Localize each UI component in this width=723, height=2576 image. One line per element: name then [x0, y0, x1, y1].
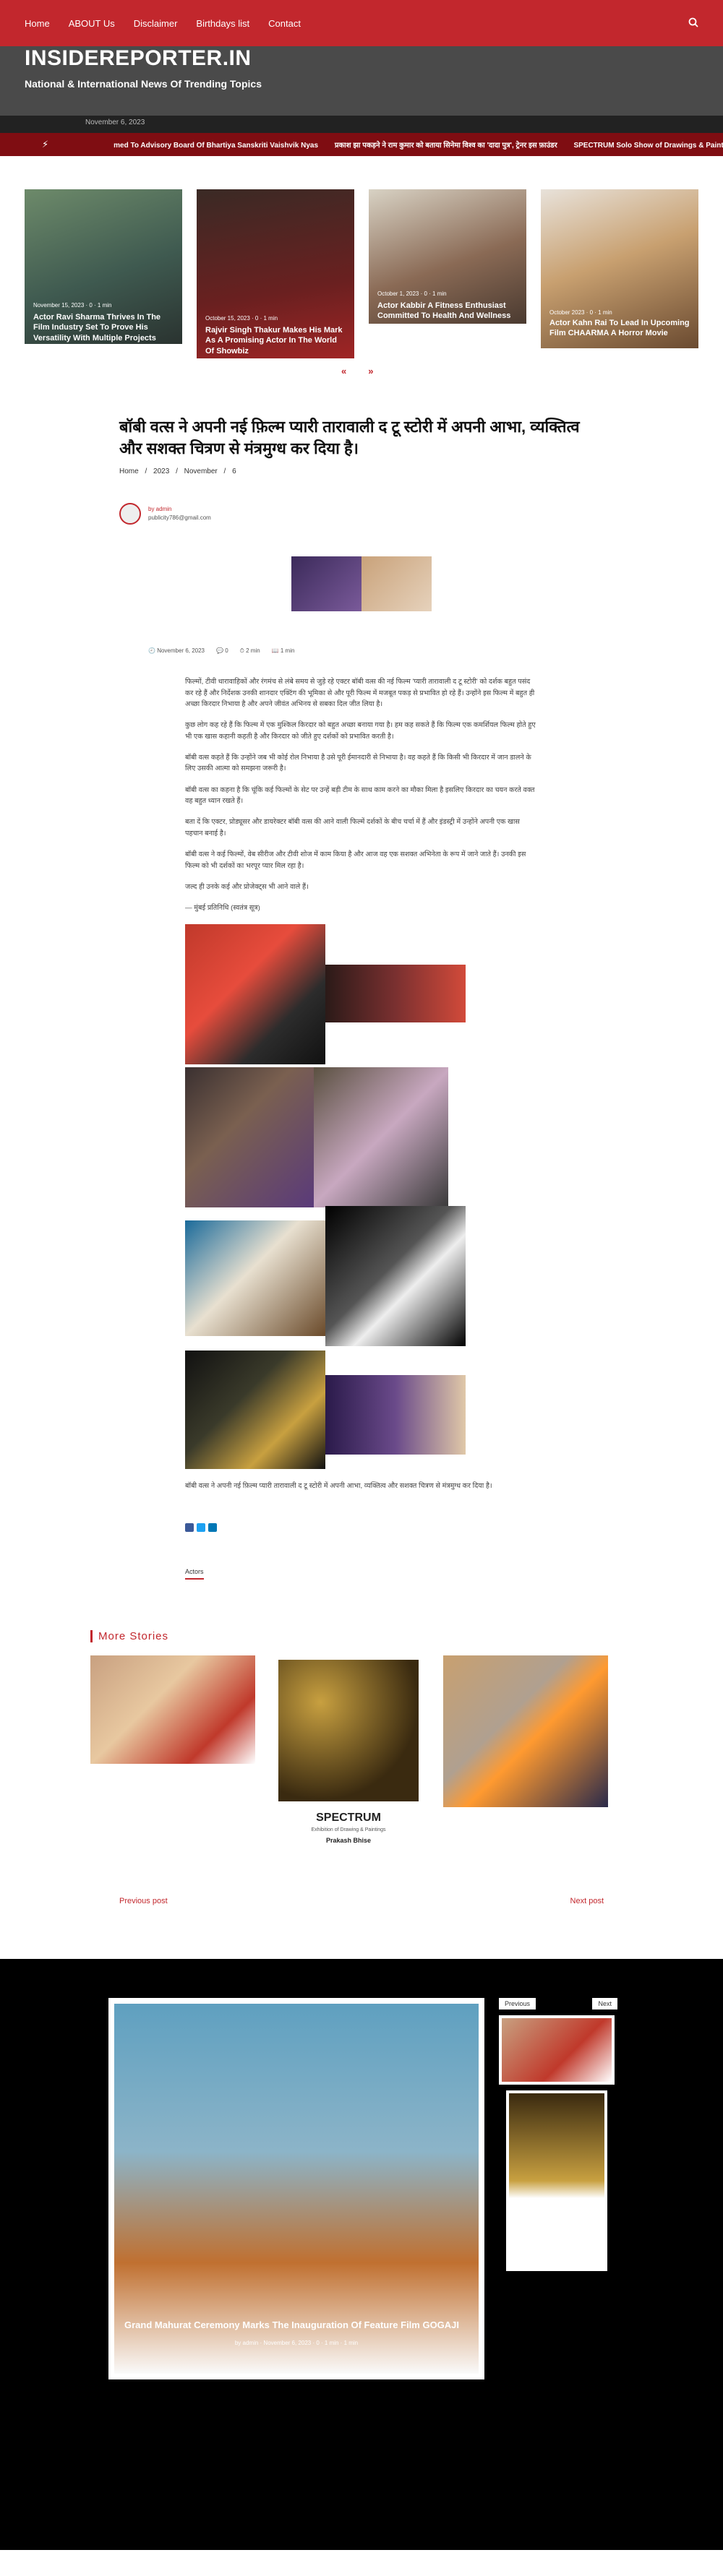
- spectrum-heading: SPECTRUM: [316, 1812, 381, 1825]
- slide-meta: October 1, 2023 · 0 · 1 min: [377, 290, 447, 297]
- breadcrumb-year[interactable]: 2023: [153, 468, 169, 475]
- gallery-image[interactable]: [325, 964, 466, 1022]
- tag-link[interactable]: Actors: [185, 1567, 204, 1580]
- slide-card[interactable]: October 1, 2023 · 0 · 1 min Actor Kabbir…: [369, 189, 526, 324]
- footer-sidebar: Previous Next: [499, 1998, 617, 2272]
- gallery-image[interactable]: [314, 1067, 448, 1207]
- footer-previous-button[interactable]: Previous: [499, 1998, 536, 2010]
- footer-next-button[interactable]: Next: [592, 1998, 617, 2010]
- breadcrumb-day[interactable]: 6: [232, 468, 236, 475]
- slide-caption[interactable]: Rajvir Singh Thakur Makes His Mark As A …: [205, 325, 347, 356]
- next-post-link[interactable]: Next post: [570, 1897, 604, 1905]
- slide-meta: October 2023 · 0 · 1 min: [549, 309, 612, 316]
- site-title[interactable]: INSIDEREPORTER.IN: [25, 46, 698, 71]
- footer-post-caption[interactable]: Grand Mahurat Ceremony Marks The Inaugur…: [124, 2319, 471, 2330]
- slide-caption[interactable]: Actor Kahn Rai To Lead In Upcoming Film …: [549, 318, 691, 339]
- slider-next-button[interactable]: »: [368, 366, 373, 376]
- author-name[interactable]: by admin: [148, 505, 211, 514]
- nav-about[interactable]: ABOUT Us: [69, 18, 115, 29]
- article: बॉबी वत्स ने अपनी नई फ़िल्म प्यारी ताराव…: [119, 416, 604, 1580]
- article-paragraph: — मुंबई प्रतिनिधि (स्वतंत्र सूत्र): [185, 904, 260, 913]
- gallery-image[interactable]: [185, 1220, 325, 1336]
- search-icon[interactable]: [688, 17, 698, 30]
- ticker-item[interactable]: SPECTRUM Solo Show of Drawings & Paintin…: [573, 142, 723, 150]
- footer: Grand Mahurat Ceremony Marks The Inaugur…: [0, 1959, 723, 2551]
- featured-image: [291, 556, 432, 612]
- author-box: by admin publicity786@gmail.com: [119, 503, 604, 525]
- gallery-image[interactable]: [185, 923, 325, 1064]
- breadcrumb-home[interactable]: Home: [119, 468, 139, 475]
- comment-count[interactable]: 💬 0: [216, 647, 228, 655]
- date-strip: November 6, 2023: [0, 116, 723, 133]
- previous-post-link[interactable]: Previous post: [119, 1897, 168, 1905]
- photo-gallery: [185, 923, 538, 1473]
- news-ticker: ⚡ med To Advisory Board Of Bhartiya Sans…: [0, 133, 723, 156]
- slide-meta: November 15, 2023 · 0 · 1 min: [33, 302, 112, 309]
- footer-thumb[interactable]: [499, 2015, 615, 2085]
- gallery-image[interactable]: [325, 1374, 466, 1455]
- breadcrumb-separator: /: [223, 468, 226, 476]
- ticker-item[interactable]: प्रकाश झा पकड़ने ने राम कुमार को बताया स…: [335, 142, 557, 150]
- breadcrumb-separator: /: [145, 468, 147, 476]
- section-title: More Stories: [90, 1630, 633, 1643]
- article-paragraph: बॉबी वत्स का कहना है कि चूंकि कई फिल्मों…: [185, 785, 535, 806]
- article-paragraph: फिल्मों, टीवी धारावाहिकों और रंगमंच से ल…: [185, 678, 535, 709]
- lightning-icon: ⚡: [42, 139, 49, 150]
- linkedin-icon[interactable]: [208, 1522, 217, 1532]
- breadcrumb-month[interactable]: November: [184, 468, 218, 475]
- article-body: फिल्मों, टीवी धारावाहिकों और रंगमंच से ल…: [185, 676, 538, 1580]
- footer-featured-post[interactable]: Grand Mahurat Ceremony Marks The Inaugur…: [108, 1998, 484, 2380]
- site-header: INSIDEREPORTER.IN National & Internation…: [0, 46, 723, 116]
- read-time: 📖 1 min: [271, 647, 295, 655]
- breadcrumb: Home / 2023 / November / 6: [119, 468, 604, 475]
- nav-home[interactable]: Home: [25, 18, 50, 29]
- article-paragraph: जल्द ही उनके कई और प्रोजेक्ट्स भी आने वा…: [185, 882, 309, 891]
- gallery-image[interactable]: [325, 1205, 466, 1346]
- twitter-icon[interactable]: [197, 1522, 205, 1532]
- author-email: publicity786@gmail.com: [148, 514, 211, 522]
- top-nav: Home ABOUT Us Disclaimer Birthdays list …: [0, 0, 723, 46]
- story-card-text: SPECTRUM Exhibition of Drawing & Paintin…: [278, 1807, 419, 1877]
- nav-menu: Home ABOUT Us Disclaimer Birthdays list …: [25, 18, 301, 29]
- ticker-item[interactable]: med To Advisory Board Of Bhartiya Sanskr…: [114, 142, 318, 150]
- breadcrumb-separator: /: [176, 468, 178, 476]
- facebook-icon[interactable]: [185, 1522, 194, 1532]
- article-paragraph: बॉबी वत्स कहते हैं कि उन्होंने जब भी कोई…: [185, 754, 531, 773]
- slide-meta: October 15, 2023 · 0 · 1 min: [205, 315, 278, 322]
- post-navigation: Previous post Next post: [119, 1897, 604, 1905]
- nav-disclaimer[interactable]: Disclaimer: [134, 18, 178, 29]
- article-paragraph: बता दें कि एक्टर, प्रोड्यूसर और डायरेक्ट…: [185, 818, 520, 837]
- nav-contact[interactable]: Contact: [268, 18, 301, 29]
- avatar[interactable]: [119, 503, 141, 525]
- slide-card[interactable]: November 15, 2023 · 0 · 1 min Actor Ravi…: [25, 189, 182, 344]
- post-meta: 🕘 November 6, 2023 💬 0 ⏱ 2 min 📖 1 min: [148, 647, 604, 655]
- gallery-image[interactable]: [185, 1350, 325, 1469]
- slider-controls: « »: [341, 366, 373, 376]
- slider-prev-button[interactable]: «: [341, 366, 346, 376]
- footer-post-meta: by admin · November 6, 2023 · 0 · 1 min …: [234, 2340, 359, 2347]
- post-date: 🕘 November 6, 2023: [148, 647, 205, 655]
- footer-thumb[interactable]: [506, 2090, 607, 2272]
- spectrum-artist: Prakash Bhise: [325, 1837, 372, 1845]
- more-stories: More Stories SPECTRUM Exhibition of Draw…: [90, 1630, 633, 1879]
- slide-caption[interactable]: Actor Ravi Sharma Thrives In The Film In…: [33, 312, 175, 343]
- story-card[interactable]: [443, 1655, 608, 1808]
- slide-caption[interactable]: Actor Kabbir A Fitness Enthusiast Commit…: [377, 301, 519, 322]
- gallery-image[interactable]: [185, 1067, 314, 1207]
- slide-card[interactable]: October 2023 · 0 · 1 min Actor Kahn Rai …: [541, 189, 698, 348]
- slide-card[interactable]: October 15, 2023 · 0 · 1 min Rajvir Sing…: [197, 189, 354, 358]
- featured-slider: November 15, 2023 · 0 · 1 min Actor Ravi…: [0, 189, 723, 392]
- site-tagline: National & International News Of Trendin…: [25, 78, 262, 90]
- reading-time: ⏱ 2 min: [239, 647, 260, 655]
- share-buttons: [185, 1522, 538, 1532]
- spectrum-sub: Exhibition of Drawing & Paintings: [311, 1827, 386, 1833]
- article-paragraph: कुछ लोग कह रहे हैं कि फिल्म में एक मुश्क…: [185, 721, 536, 741]
- story-card[interactable]: [90, 1655, 255, 1765]
- article-title: बॉबी वत्स ने अपनी नई फ़िल्म प्यारी ताराव…: [119, 418, 580, 457]
- story-card[interactable]: [278, 1660, 419, 1802]
- article-paragraph: बॉबी वत्स ने कई फिल्मों, वेब सीरीज और टी…: [185, 850, 526, 870]
- article-closing: बॉबी वत्स ने अपनी नई फ़िल्म प्यारी ताराव…: [185, 1481, 492, 1490]
- nav-birthdays[interactable]: Birthdays list: [196, 18, 249, 29]
